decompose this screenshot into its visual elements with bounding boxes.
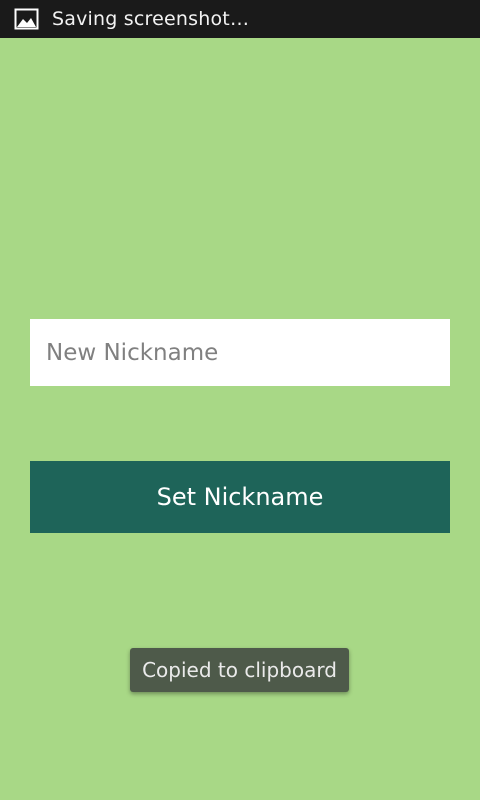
status-notification-text: Saving screenshot… bbox=[52, 8, 250, 30]
toast-text: Copied to clipboard bbox=[142, 658, 337, 682]
toast-message: Copied to clipboard bbox=[130, 648, 349, 692]
image-icon bbox=[14, 8, 39, 30]
nickname-input[interactable] bbox=[30, 319, 450, 386]
status-bar: Saving screenshot… bbox=[0, 0, 480, 38]
set-nickname-button[interactable]: Set Nickname bbox=[30, 461, 450, 533]
